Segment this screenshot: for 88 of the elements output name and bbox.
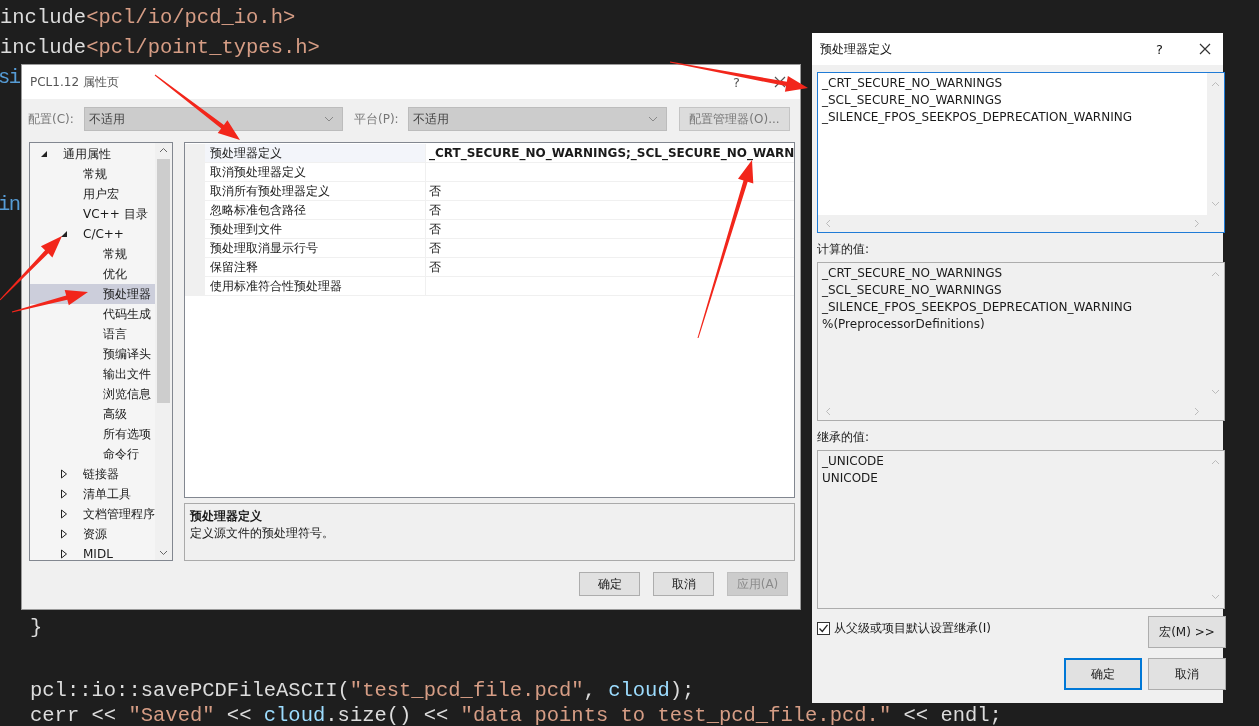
code-line: si <box>0 66 20 90</box>
property-value: _CRT_SECURE_NO_WARNINGS;_SCL_SECURE_NO_WARN <box>429 146 795 160</box>
configuration-manager-button[interactable]: 配置管理器(O)... <box>679 107 790 131</box>
tree-item[interactable]: 链接器 <box>30 464 155 484</box>
property-value: 否 <box>429 258 441 276</box>
property-row[interactable]: 保留注释 否 <box>185 258 795 277</box>
definition-line: _SILENCE_FPOS_SEEKPOS_DEPRECATION_WARNING <box>822 109 1133 126</box>
macros-button[interactable]: 宏(M) >> <box>1148 616 1226 648</box>
computed-line: _CRT_SECURE_NO_WARNINGS <box>822 265 1004 282</box>
computed-values-label: 计算的值: <box>817 242 871 256</box>
computed-line: %(PreprocessorDefinitions) <box>822 316 986 333</box>
property-name: 取消所有预处理器定义 <box>210 182 330 200</box>
dialog-button[interactable]: 确定 <box>1064 658 1142 690</box>
checkbox[interactable] <box>817 622 830 635</box>
code-line: cerr << "Saved" << cloud.size() << "data points to test_pcd_file.pcd." << endl; <box>30 704 1002 726</box>
inherited-line: _UNICODE <box>822 453 885 470</box>
property-value: 否 <box>429 201 441 219</box>
dialog-button[interactable]: 取消 <box>1148 658 1226 690</box>
tree-item[interactable]: 语言 <box>30 324 155 344</box>
tree-item[interactable]: VC++ 目录 <box>30 204 155 224</box>
caret-icon <box>324 116 334 122</box>
checkbox-label: 从父级或项目默认设置继承(I) <box>834 620 991 637</box>
tree-item[interactable]: 清单工具 <box>30 484 155 504</box>
tree-item[interactable]: 浏览信息 <box>30 384 155 404</box>
scroll-up-icon[interactable] <box>159 147 168 153</box>
close-icon[interactable] <box>774 76 786 88</box>
tree-item[interactable]: 用户宏 <box>30 184 155 204</box>
dialog-button[interactable]: 取消 <box>653 572 714 596</box>
window-title: PCL1.12 属性页 <box>30 73 120 91</box>
code-line: include<pcl/io/pcd_io.h> <box>0 6 296 30</box>
expanded-triangle-icon[interactable] <box>40 150 48 158</box>
property-value: 否 <box>429 182 441 200</box>
tree-item[interactable]: 常规 <box>30 244 155 264</box>
property-name: 预处理器定义 <box>210 144 282 162</box>
description-text: 定义源文件的预处理符号。 <box>190 525 335 542</box>
code-line: include<pcl/point_types.h> <box>0 36 320 60</box>
property-name: 保留注释 <box>210 258 258 276</box>
property-row[interactable]: 预处理器定义 _CRT_SECURE_NO_WARNINGS;_SCL_SECURE_NO_WARN <box>185 144 795 163</box>
platform-label: 平台(P): <box>354 110 400 128</box>
window-title: 预处理器定义 <box>820 40 893 58</box>
definition-line: _SCL_SECURE_NO_WARNINGS <box>822 92 1003 109</box>
computed-line: _SILENCE_FPOS_SEEKPOS_DEPRECATION_WARNING <box>822 299 1133 316</box>
tree-item[interactable]: 文档管理程序 <box>30 504 155 524</box>
checkmark-icon <box>818 623 829 634</box>
tree-item[interactable]: MIDL <box>30 544 155 564</box>
property-value: 否 <box>429 220 441 238</box>
tree-item[interactable]: 代码生成 <box>30 304 155 324</box>
tree-item[interactable]: 命令行 <box>30 444 155 464</box>
property-row[interactable]: 忽略标准包含路径 否 <box>185 201 795 220</box>
close-icon[interactable] <box>1199 43 1211 55</box>
tree-item[interactable]: 通用属性 <box>30 144 155 164</box>
property-name: 忽略标准包含路径 <box>210 201 306 219</box>
tree-item[interactable]: 优化 <box>30 264 155 284</box>
configuration-dropdown[interactable]: 不适用 <box>84 107 343 131</box>
help-button[interactable]: ? <box>1156 41 1163 57</box>
definition-line: _CRT_SECURE_NO_WARNINGS <box>822 75 1004 92</box>
description-title: 预处理器定义 <box>190 508 263 525</box>
tree-item[interactable]: 常规 <box>30 164 155 184</box>
inherited-line: UNICODE <box>822 470 879 487</box>
platform-dropdown[interactable]: 不适用 <box>408 107 667 131</box>
tree-item[interactable]: 输出文件 <box>30 364 155 384</box>
dialog-button[interactable]: 确定 <box>579 572 640 596</box>
tree-item[interactable]: C/C++ <box>30 224 155 244</box>
code-line: in <box>0 193 20 217</box>
computed-line: _SCL_SECURE_NO_WARNINGS <box>822 282 1003 299</box>
property-row[interactable]: 使用标准符合性预处理器 <box>185 277 795 296</box>
property-name: 使用标准符合性预处理器 <box>210 277 342 295</box>
property-name: 预处理取消显示行号 <box>210 239 318 257</box>
tree-item[interactable]: 高级 <box>30 404 155 424</box>
code-line: } <box>30 616 43 640</box>
scrollbar-thumb[interactable] <box>157 159 170 403</box>
property-value: 否 <box>429 239 441 257</box>
code-line: pcl::io::savePCDFileASCII("test_pcd_file.pcd", cloud); <box>30 679 695 703</box>
property-name: 取消预处理器定义 <box>210 163 306 181</box>
expanded-triangle-icon[interactable] <box>60 230 68 238</box>
caret-icon <box>648 116 658 122</box>
configuration-label: 配置(C): <box>28 110 75 128</box>
tree-item[interactable]: 所有选项 <box>30 424 155 444</box>
tree-item[interactable]: 预编译头 <box>30 344 155 364</box>
scrollbar[interactable] <box>155 143 172 560</box>
property-row[interactable]: 预处理到文件 否 <box>185 220 795 239</box>
tree-item[interactable]: 资源 <box>30 524 155 544</box>
inherited-values-label: 继承的值: <box>817 430 871 444</box>
tree-item[interactable]: 预处理器 <box>30 284 155 304</box>
property-name: 预处理到文件 <box>210 220 282 238</box>
property-row[interactable]: 预处理取消显示行号 否 <box>185 239 795 258</box>
help-button[interactable]: ? <box>733 74 740 90</box>
scroll-down-icon[interactable] <box>159 550 168 556</box>
